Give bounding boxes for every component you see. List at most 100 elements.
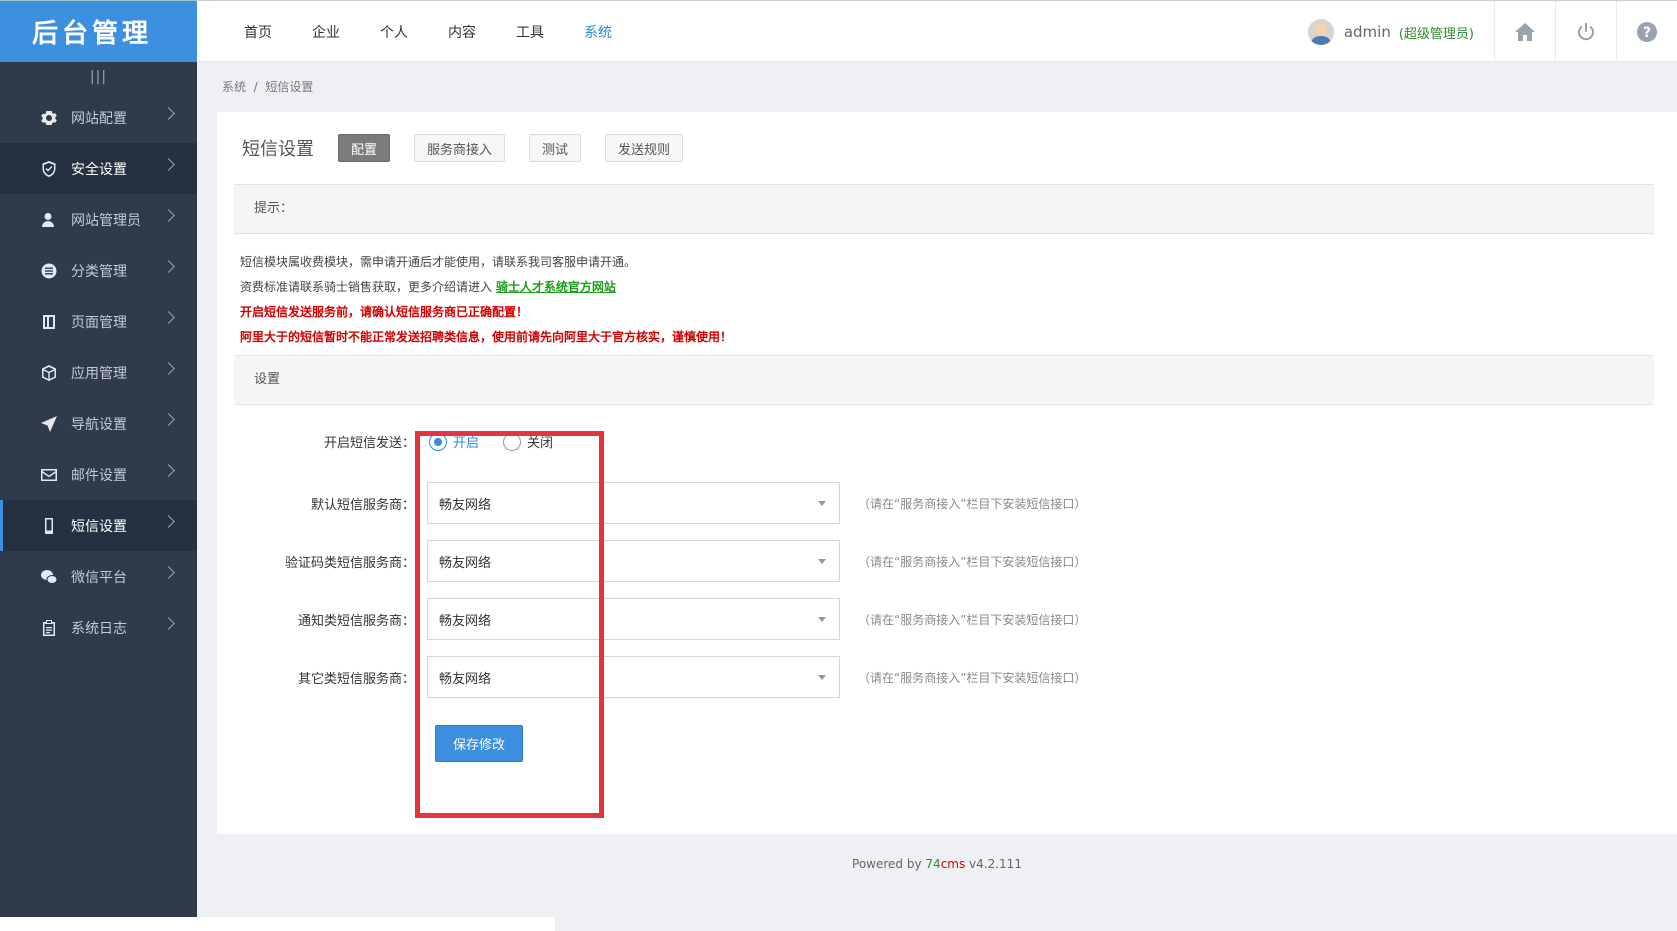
breadcrumb-separator: / [253,80,258,94]
user-icon [40,211,58,229]
provider-hint: （请在“服务商接入”栏目下安装短信接口） [858,670,1087,685]
power-icon [1578,23,1594,41]
topnav-company[interactable]: 企业 [312,22,340,42]
help-icon: ? [1637,22,1657,42]
provider-hint: （请在“服务商接入”栏目下安装短信接口） [858,496,1087,511]
sidebar-item-site-config[interactable]: 网站配置 [0,92,197,143]
top-nav: 首页 企业 个人 内容 工具 系统 [244,1,652,63]
send-icon [40,415,58,433]
chevron-right-icon [162,566,175,579]
sidebar-item-categories[interactable]: 分类管理 [0,245,197,296]
sidebar-item-label: 邮件设置 [71,467,127,484]
tip-line-2: 资费标准请联系骑士销售获取，更多介绍请进入 骑士人才系统官方网站 [240,275,732,300]
sidebar-item-label: 微信平台 [71,569,127,586]
topnav-home[interactable]: 首页 [244,22,272,42]
topnav-personal[interactable]: 个人 [380,22,408,42]
sidebar-item-pages[interactable]: 页面管理 [0,296,197,347]
other-provider-label: 其它类短信服务商： [297,671,415,687]
sidebar-item-apps[interactable]: 应用管理 [0,347,197,398]
sidebar-item-label: 网站管理员 [71,212,141,229]
provider-hint: （请在“服务商接入”栏目下安装短信接口） [858,554,1087,569]
chevron-right-icon [162,362,175,375]
footer: Powered by 74cms v4.2.111 [197,857,1677,871]
chevron-right-icon [162,311,175,324]
bottom-strip [0,917,555,931]
footer-brand-a[interactable]: 74 [925,857,940,871]
enable-sms-label: 开启短信发送： [323,436,415,451]
highlight-box [415,431,604,818]
tab-rules[interactable]: 发送规则 [605,134,684,162]
tip-line-1: 短信模块属收费模块，需申请开通后才能使用，请联系我司客服申请开通。 [240,255,637,269]
sidebar-item-mail[interactable]: 邮件设置 [0,449,197,500]
topnav-content[interactable]: 内容 [448,22,476,42]
page-icon [40,313,58,331]
breadcrumb-current: 短信设置 [265,80,314,94]
tab-provider[interactable]: 服务商接入 [414,134,506,162]
home-icon [1515,23,1535,41]
sidebar-item-label: 安全设置 [71,161,127,178]
help-button[interactable]: ? [1616,1,1677,63]
sidebar-item-wechat[interactable]: 微信平台 [0,551,197,602]
settings-heading: 设置 [234,355,1654,405]
svg-text:?: ? [1643,25,1651,41]
footer-brand-b[interactable]: cms [941,857,966,871]
phone-icon [40,517,58,535]
tab-test[interactable]: 测试 [529,134,582,162]
cube-icon [40,364,58,382]
sidebar-item-security[interactable]: 安全设置 [0,143,197,194]
list-icon [40,262,58,280]
sidebar-item-label: 系统日志 [71,620,127,637]
sidebar-item-label: 短信设置 [71,518,127,535]
user-role: (超级管理员) [1398,26,1474,42]
tab-config[interactable]: 配置 [338,134,391,162]
sidebar: 后台管理 ||| 网站配置 安全设置 网站管理员 分类管理 页面管理 应用管理 … [0,0,197,917]
official-site-link[interactable]: 骑士人才系统官方网站 [496,280,616,294]
wechat-icon [40,568,58,586]
user-name: admin [1343,23,1391,41]
chevron-right-icon [162,515,175,528]
chevron-right-icon [162,617,175,630]
sidebar-item-sms[interactable]: 短信设置 [0,500,197,551]
home-button[interactable] [1494,1,1555,63]
sidebar-item-label: 应用管理 [71,365,127,382]
page-title: 短信设置 [242,139,314,160]
chevron-right-icon [162,107,175,120]
topnav-system[interactable]: 系统 [584,22,612,42]
shield-icon [40,160,58,178]
mail-icon [40,466,58,484]
footer-prefix: Powered by [852,857,926,871]
sidebar-item-label: 网站配置 [71,110,127,127]
sidebar-item-navigation[interactable]: 导航设置 [0,398,197,449]
chevron-right-icon [162,260,175,273]
logout-button[interactable] [1555,1,1616,63]
sidebar-item-logs[interactable]: 系统日志 [0,602,197,653]
clipboard-icon [40,619,58,637]
sidebar-item-label: 导航设置 [71,416,127,433]
panel-header: 短信设置 配置 服务商接入 测试 发送规则 [242,134,707,162]
tips-heading: 提示： [234,184,1654,234]
sidebar-item-label: 分类管理 [71,263,127,280]
breadcrumb-parent[interactable]: 系统 [222,80,246,94]
sidebar-collapse-icon[interactable]: ||| [0,62,197,92]
breadcrumb: 系统 / 短信设置 [222,78,313,95]
chevron-right-icon [162,464,175,477]
notice-provider-label: 通知类短信服务商： [297,613,415,629]
default-provider-label: 默认短信服务商： [310,497,415,513]
topnav-tools[interactable]: 工具 [516,22,544,42]
tip-line-4: 阿里大于的短信暂时不能正常发送招聘类信息，使用前请先向阿里大于官方核实，谨慎使用… [240,330,733,344]
chevron-right-icon [162,209,175,222]
sidebar-item-label: 页面管理 [71,314,127,331]
avatar [1307,19,1334,45]
gear-icon [40,109,58,127]
footer-version: v4.2.111 [965,857,1022,871]
tip-line-2-text: 资费标准请联系骑士销售获取，更多介绍请进入 [240,280,493,294]
tip-line-3: 开启短信发送服务前，请确认短信服务商已正确配置！ [240,305,529,319]
user-menu[interactable]: admin (超级管理员) [1307,1,1474,63]
app-logo[interactable]: 后台管理 [0,0,197,62]
chevron-right-icon [162,158,175,171]
captcha-provider-label: 验证码类短信服务商： [284,555,415,571]
top-bar: 首页 企业 个人 内容 工具 系统 admin (超级管理员) ? [197,0,1677,63]
provider-hint: （请在“服务商接入”栏目下安装短信接口） [858,612,1087,627]
tips-text: 短信模块属收费模块，需申请开通后才能使用，请联系我司客服申请开通。 资费标准请联… [240,250,732,350]
sidebar-item-admins[interactable]: 网站管理员 [0,194,197,245]
